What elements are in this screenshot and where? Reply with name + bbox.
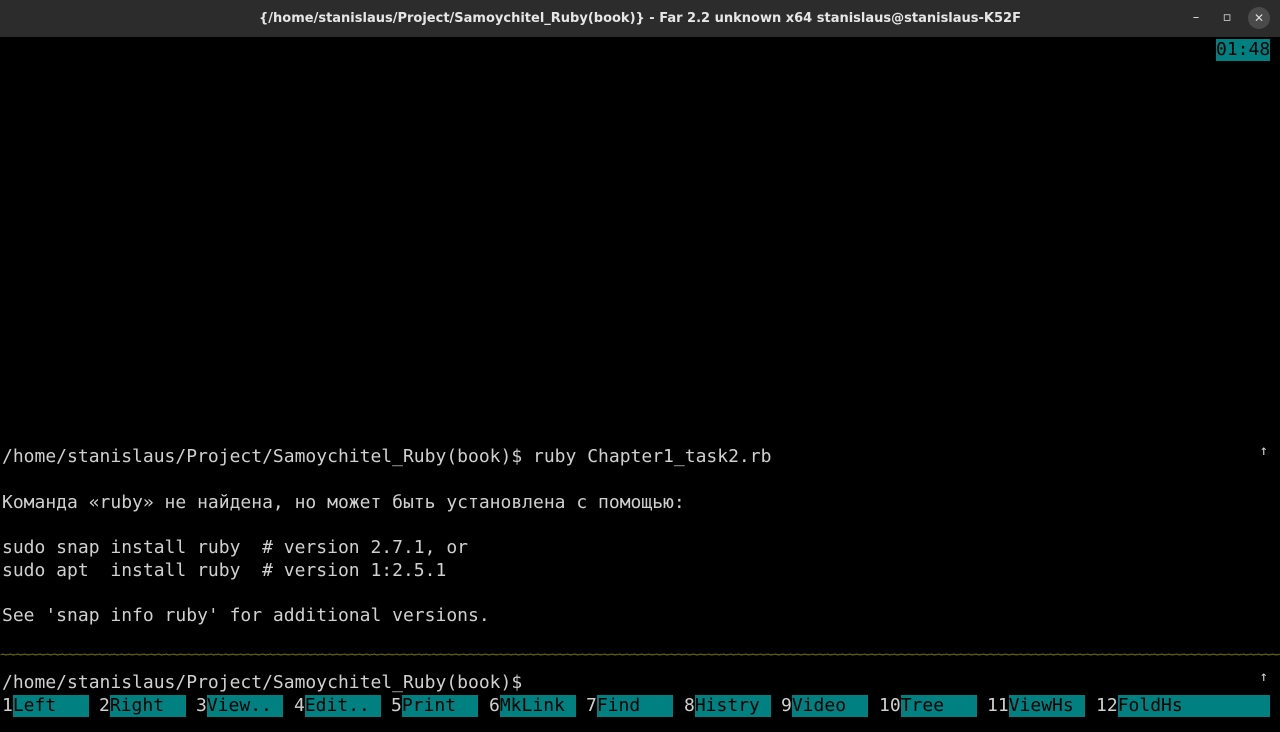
title-bar[interactable]: {/home/stanislaus/Project/Samoychitel_Ru… bbox=[0, 0, 1280, 38]
fkey-label: Histry bbox=[694, 695, 771, 717]
output-line: See 'snap info ruby' for additional vers… bbox=[2, 605, 490, 626]
fkey-label: Video bbox=[791, 695, 868, 717]
fkey-label: Find bbox=[596, 695, 673, 717]
fkey-label: MkLink bbox=[499, 695, 576, 717]
fkey-4[interactable]: 4Edit.. bbox=[294, 694, 381, 718]
fkey-label: Print bbox=[401, 695, 478, 717]
fkey-number: 2 bbox=[99, 695, 110, 716]
fkey-5[interactable]: 5Print bbox=[391, 694, 478, 718]
output-line: sudo snap install ruby # version 2.7.1, … bbox=[2, 537, 468, 558]
fkey-number: 8 bbox=[684, 695, 695, 716]
fkey-label: View.. bbox=[206, 695, 283, 717]
fkey-number: 7 bbox=[586, 695, 597, 716]
fkey-10[interactable]: 10Tree bbox=[879, 694, 977, 718]
fkey-number: 12 bbox=[1096, 695, 1118, 716]
command-prompt[interactable]: /home/stanislaus/Project/Samoychitel_Rub… bbox=[2, 672, 522, 694]
panel-separator: ~~~~~~~~~~~~~~~~~~~~~~~~~~~~~~~~~~~~~~~~… bbox=[0, 648, 1280, 662]
fkey-12[interactable]: 12FoldHs bbox=[1096, 694, 1270, 718]
maximize-icon[interactable]: ▫ bbox=[1217, 8, 1237, 28]
clock: 01:48 bbox=[1216, 39, 1271, 61]
fkey-number: 5 bbox=[391, 695, 402, 716]
function-key-bar: 1Left 2Right 3View.. 4Edit.. 5Print 6MkL… bbox=[0, 694, 1280, 718]
terminal-area[interactable]: 01:48 /home/stanislaus/Project/Samoychit… bbox=[0, 37, 1280, 732]
fkey-6[interactable]: 6MkLink bbox=[489, 694, 576, 718]
fkey-label: ViewHs bbox=[1008, 695, 1085, 717]
fkey-number: 1 bbox=[2, 695, 13, 716]
fkey-number: 10 bbox=[879, 695, 901, 716]
fkey-3[interactable]: 3View.. bbox=[196, 694, 283, 718]
fkey-2[interactable]: 2Right bbox=[99, 694, 186, 718]
fkey-1[interactable]: 1Left bbox=[2, 694, 89, 718]
fkey-8[interactable]: 8Histry bbox=[684, 694, 771, 718]
scroll-up-icon[interactable]: ↑ bbox=[1260, 443, 1268, 459]
prompt-scroll-up-icon[interactable]: ↑ bbox=[1260, 669, 1268, 685]
fkey-number: 3 bbox=[196, 695, 207, 716]
fkey-number: 4 bbox=[294, 695, 305, 716]
fkey-label: Edit.. bbox=[304, 695, 381, 717]
fkey-label: Left bbox=[12, 695, 89, 717]
fkey-9[interactable]: 9Video bbox=[781, 694, 868, 718]
output-line: /home/stanislaus/Project/Samoychitel_Rub… bbox=[2, 446, 772, 467]
output-line: Команда «ruby» не найдена, но может быть… bbox=[2, 492, 685, 513]
fkey-11[interactable]: 11ViewHs bbox=[987, 694, 1085, 718]
fkey-number: 11 bbox=[987, 695, 1009, 716]
fkey-label: Right bbox=[109, 695, 186, 717]
output-line: sudo apt install ruby # version 1:2.5.1 bbox=[2, 560, 447, 581]
fkey-number: 9 bbox=[781, 695, 792, 716]
fkey-number: 6 bbox=[489, 695, 500, 716]
fkey-label: Tree bbox=[900, 695, 977, 717]
fkey-7[interactable]: 7Find bbox=[586, 694, 673, 718]
window-title: {/home/stanislaus/Project/Samoychitel_Ru… bbox=[259, 11, 1021, 26]
fkey-label: FoldHs bbox=[1117, 695, 1270, 717]
terminal-window: {/home/stanislaus/Project/Samoychitel_Ru… bbox=[0, 0, 1280, 732]
close-icon[interactable]: ✕ bbox=[1248, 7, 1270, 29]
minimize-icon[interactable]: – bbox=[1186, 8, 1206, 28]
